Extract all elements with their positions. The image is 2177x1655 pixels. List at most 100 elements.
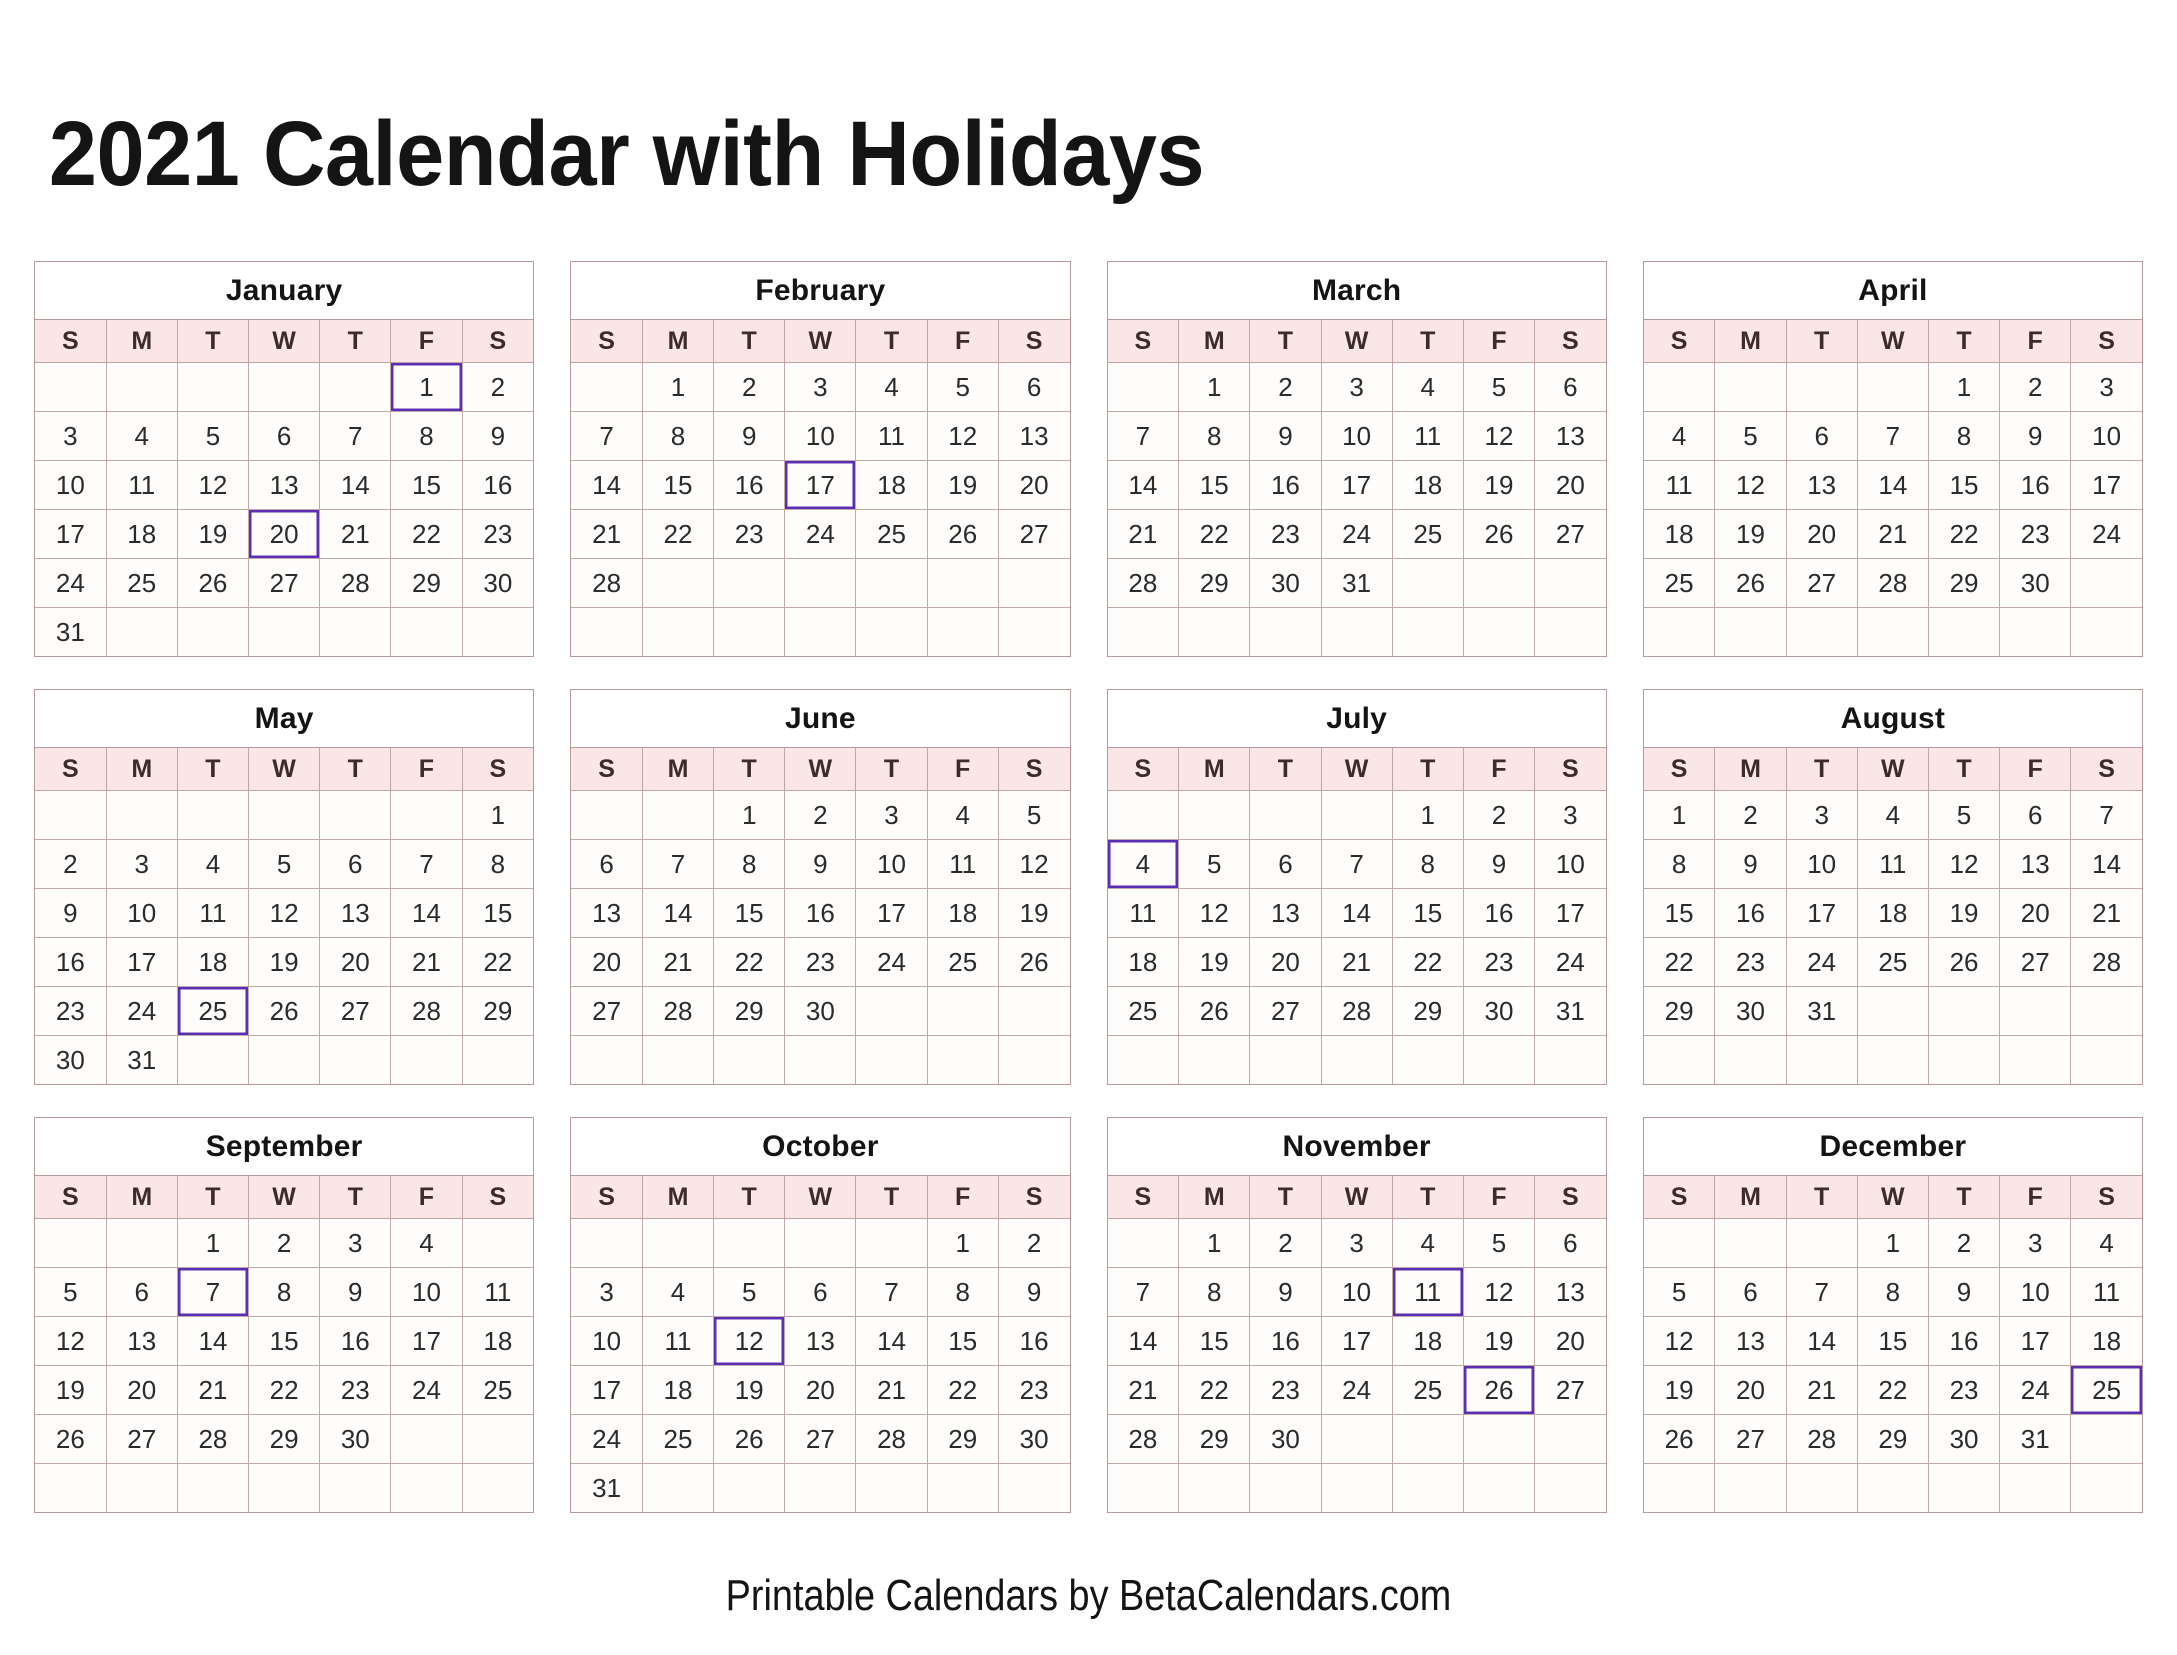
day-cell[interactable]: 19	[1714, 509, 1787, 560]
day-cell[interactable]: 13	[1249, 888, 1322, 939]
day-cell[interactable]: 1	[1927, 362, 2001, 413]
day-cell[interactable]: 11	[641, 1316, 715, 1367]
day-cell[interactable]: 13	[319, 888, 392, 939]
day-cell[interactable]: 18	[1643, 509, 1716, 560]
day-cell[interactable]: 27	[319, 986, 392, 1037]
day-cell[interactable]: 21	[1320, 937, 1393, 988]
day-cell-holiday[interactable]: 4	[1107, 839, 1180, 890]
day-cell[interactable]: 19	[1178, 937, 1251, 988]
day-cell[interactable]: 25	[1391, 509, 1464, 560]
day-cell[interactable]: 28	[1107, 1414, 1180, 1465]
day-cell[interactable]: 3	[855, 790, 928, 841]
day-cell[interactable]: 4	[926, 790, 999, 841]
day-cell[interactable]: 3	[1320, 362, 1393, 413]
day-cell[interactable]: 4	[105, 411, 178, 462]
day-cell[interactable]: 18	[176, 937, 250, 988]
day-cell[interactable]: 5	[926, 362, 999, 413]
day-cell[interactable]: 22	[1856, 1365, 1929, 1416]
day-cell[interactable]: 2	[1249, 1218, 1322, 1269]
day-cell[interactable]: 7	[1320, 839, 1393, 890]
day-cell[interactable]: 13	[997, 411, 1070, 462]
day-cell[interactable]: 19	[1927, 888, 2001, 939]
day-cell[interactable]: 2	[248, 1218, 321, 1269]
day-cell[interactable]: 10	[1320, 1267, 1393, 1318]
day-cell[interactable]: 9	[461, 411, 534, 462]
day-cell[interactable]: 13	[1534, 1267, 1606, 1318]
day-cell[interactable]: 26	[997, 937, 1070, 988]
day-cell[interactable]: 1	[641, 362, 715, 413]
day-cell[interactable]: 18	[105, 509, 178, 560]
day-cell[interactable]: 14	[641, 888, 715, 939]
day-cell[interactable]: 10	[1534, 839, 1606, 890]
day-cell[interactable]: 6	[1249, 839, 1322, 890]
day-cell[interactable]: 6	[571, 839, 643, 890]
day-cell[interactable]: 1	[926, 1218, 999, 1269]
day-cell[interactable]: 29	[390, 558, 463, 609]
day-cell[interactable]: 10	[1785, 839, 1858, 890]
day-cell[interactable]: 24	[571, 1414, 643, 1465]
day-cell[interactable]: 21	[571, 509, 643, 560]
day-cell[interactable]: 8	[1856, 1267, 1929, 1318]
day-cell[interactable]: 12	[1462, 1267, 1536, 1318]
day-cell[interactable]: 31	[1999, 1414, 2072, 1465]
day-cell[interactable]: 4	[1643, 411, 1716, 462]
day-cell[interactable]: 10	[105, 888, 178, 939]
day-cell[interactable]: 27	[784, 1414, 857, 1465]
day-cell[interactable]: 25	[1856, 937, 1929, 988]
day-cell[interactable]: 22	[1178, 509, 1251, 560]
day-cell[interactable]: 24	[1320, 509, 1393, 560]
day-cell[interactable]: 27	[1534, 509, 1606, 560]
day-cell[interactable]: 20	[105, 1365, 178, 1416]
day-cell[interactable]: 9	[1999, 411, 2072, 462]
day-cell[interactable]: 1	[1856, 1218, 1929, 1269]
day-cell[interactable]: 29	[1178, 558, 1251, 609]
day-cell[interactable]: 20	[1999, 888, 2072, 939]
day-cell[interactable]: 25	[1643, 558, 1716, 609]
day-cell[interactable]: 9	[1249, 411, 1322, 462]
day-cell[interactable]: 27	[1785, 558, 1858, 609]
day-cell[interactable]: 7	[390, 839, 463, 890]
day-cell[interactable]: 1	[1178, 1218, 1251, 1269]
day-cell[interactable]: 6	[105, 1267, 178, 1318]
day-cell[interactable]: 7	[1856, 411, 1929, 462]
day-cell-holiday[interactable]: 12	[713, 1316, 786, 1367]
day-cell[interactable]: 29	[713, 986, 786, 1037]
day-cell[interactable]: 4	[1856, 790, 1929, 841]
day-cell[interactable]: 11	[855, 411, 928, 462]
day-cell[interactable]: 18	[2070, 1316, 2142, 1367]
day-cell[interactable]: 25	[1391, 1365, 1464, 1416]
day-cell[interactable]: 9	[1927, 1267, 2001, 1318]
day-cell[interactable]: 13	[248, 460, 321, 511]
day-cell[interactable]: 30	[784, 986, 857, 1037]
day-cell[interactable]: 21	[1107, 509, 1180, 560]
day-cell[interactable]: 8	[1178, 1267, 1251, 1318]
day-cell[interactable]: 18	[1391, 460, 1464, 511]
day-cell[interactable]: 3	[1785, 790, 1858, 841]
day-cell[interactable]: 5	[997, 790, 1070, 841]
day-cell[interactable]: 13	[1999, 839, 2072, 890]
day-cell[interactable]: 23	[1714, 937, 1787, 988]
day-cell[interactable]: 20	[571, 937, 643, 988]
day-cell[interactable]: 23	[997, 1365, 1070, 1416]
day-cell[interactable]: 19	[1462, 460, 1536, 511]
day-cell[interactable]: 26	[1714, 558, 1787, 609]
day-cell[interactable]: 12	[926, 411, 999, 462]
day-cell[interactable]: 24	[105, 986, 178, 1037]
day-cell[interactable]: 27	[997, 509, 1070, 560]
day-cell[interactable]: 12	[1643, 1316, 1716, 1367]
day-cell[interactable]: 4	[1391, 1218, 1464, 1269]
day-cell[interactable]: 26	[35, 1414, 107, 1465]
day-cell[interactable]: 3	[571, 1267, 643, 1318]
day-cell[interactable]: 26	[1462, 509, 1536, 560]
day-cell[interactable]: 12	[997, 839, 1070, 890]
day-cell[interactable]: 8	[1643, 839, 1716, 890]
day-cell[interactable]: 8	[1178, 411, 1251, 462]
day-cell[interactable]: 31	[1320, 558, 1393, 609]
day-cell[interactable]: 11	[176, 888, 250, 939]
day-cell[interactable]: 4	[390, 1218, 463, 1269]
day-cell[interactable]: 23	[1249, 1365, 1322, 1416]
day-cell[interactable]: 31	[35, 607, 107, 657]
day-cell[interactable]: 29	[1391, 986, 1464, 1037]
day-cell[interactable]: 14	[1785, 1316, 1858, 1367]
day-cell[interactable]: 29	[1178, 1414, 1251, 1465]
